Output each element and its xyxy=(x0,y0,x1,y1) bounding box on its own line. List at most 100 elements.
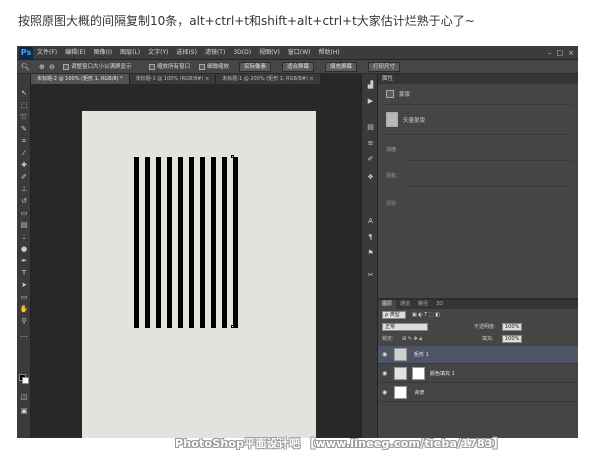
tab-3d[interactable]: 3D xyxy=(432,300,447,309)
layer-thumbnail xyxy=(394,367,407,380)
menu-layer[interactable]: 图层(L) xyxy=(120,48,140,58)
feather-slider[interactable] xyxy=(406,186,572,187)
menu-help[interactable]: 帮助(H) xyxy=(319,48,340,58)
more-tools-icon[interactable]: … xyxy=(19,330,29,340)
healing-brush-icon[interactable]: ✚ xyxy=(19,160,29,170)
panel-icon-strip: ▟ ▶ ▤ ≡ ✐ ❖ A ¶ ⚑ ✂ xyxy=(361,74,378,438)
path-select-icon[interactable]: ➤ xyxy=(19,280,29,290)
adjust-icon[interactable]: ▤ xyxy=(365,122,376,133)
quick-mask-icon[interactable]: ◫ xyxy=(19,392,29,402)
menu-filter[interactable]: 滤镜(T) xyxy=(205,48,225,58)
menu-window[interactable]: 窗口(W) xyxy=(288,48,311,58)
minimize-icon[interactable]: – xyxy=(548,48,552,58)
menu-type[interactable]: 文字(Y) xyxy=(148,48,168,58)
menu-image[interactable]: 图像(I) xyxy=(94,48,112,58)
gradient-tool-icon[interactable]: ▤ xyxy=(19,220,29,230)
screen-mode-icon[interactable]: ▣ xyxy=(19,406,29,416)
tab-layers[interactable]: 图层 xyxy=(378,300,397,309)
fit-screen-button[interactable]: 适合屏幕 xyxy=(282,62,315,72)
tab-channels[interactable]: 通道 xyxy=(396,300,414,309)
layer-row[interactable]: ◉ 矩形 1 xyxy=(378,346,578,364)
layer-row[interactable]: ◉ 背景 xyxy=(378,384,578,402)
visibility-eye-icon[interactable]: ◉ xyxy=(382,389,387,397)
stripe-shape[interactable] xyxy=(222,157,227,328)
vector-mask-thumbnail[interactable] xyxy=(386,112,398,127)
checkbox-icon xyxy=(199,64,205,70)
clone-source-icon[interactable]: ❖ xyxy=(365,172,376,183)
tool-preset-icon[interactable]: ⚑ xyxy=(365,248,376,259)
paragraph-icon[interactable]: ¶ xyxy=(365,232,376,243)
menu-select[interactable]: 选择(S) xyxy=(176,48,197,58)
tools-icon[interactable]: ✂ xyxy=(365,270,376,281)
type-tool-icon[interactable]: T xyxy=(19,268,29,278)
stripe-shape[interactable] xyxy=(145,157,150,328)
menu-file[interactable]: 文件(F) xyxy=(37,48,57,58)
pen-tool-icon[interactable]: ✒ xyxy=(19,256,29,266)
play-action-icon[interactable]: ▶ xyxy=(365,96,376,107)
zoom-tool-icon[interactable]: 🔍︎ xyxy=(21,62,30,72)
density-slider[interactable] xyxy=(406,160,572,161)
eyedropper-tool-icon[interactable]: ⁄ xyxy=(19,148,29,158)
brush-tool-icon[interactable]: ✐ xyxy=(19,172,29,182)
tab-document-1-zoom[interactable]: 未标题-1 @ 200% (矩形 1, RGB/8#) × xyxy=(216,74,321,84)
quick-select-tool-icon[interactable]: ✎ xyxy=(19,124,29,134)
history-brush-icon[interactable]: ↺ xyxy=(19,196,29,206)
move-tool-icon[interactable]: ↖ xyxy=(19,88,29,98)
actual-pixels-button[interactable]: 实际像素 xyxy=(239,62,272,72)
print-size-button[interactable]: 打印尺寸 xyxy=(368,62,401,72)
dodge-tool-icon[interactable]: ● xyxy=(19,244,29,254)
layers-panel-tabs: 图层 通道 路径 3D xyxy=(378,300,578,309)
photoshop-logo: Ps xyxy=(19,47,33,59)
fill-value[interactable]: 100% xyxy=(502,335,522,343)
stripe-shape[interactable] xyxy=(178,157,183,328)
brush-preset-icon[interactable]: ≡ xyxy=(365,138,376,149)
resize-windows-checkbox[interactable]: 调整窗口大小以满屏显示 xyxy=(63,62,132,72)
scrubby-zoom-checkbox[interactable]: 细微缩放 xyxy=(199,62,229,72)
brush-settings-icon[interactable]: ✐ xyxy=(365,154,376,165)
opacity-value[interactable]: 100% xyxy=(502,323,522,331)
mask-icon[interactable] xyxy=(386,90,394,98)
lock-icons[interactable]: ⊞ ✎ ✥ 🔒︎ xyxy=(402,335,422,343)
hand-tool-icon[interactable]: ✋ xyxy=(19,304,29,314)
stripe-shape[interactable] xyxy=(211,157,216,328)
menu-edit[interactable]: 编辑(E) xyxy=(65,48,85,58)
rectangle-tool-icon[interactable]: ▭ xyxy=(19,292,29,302)
document-workspace xyxy=(31,84,361,438)
visibility-eye-icon[interactable]: ◉ xyxy=(382,370,387,378)
zoom-in-icon[interactable]: ⊕ xyxy=(39,62,45,72)
stripe-shape[interactable] xyxy=(200,157,205,328)
stripe-shape[interactable] xyxy=(134,157,139,328)
tools-panel: ↖ ⬚ ➰ ✎ ⌗ ⁄ ✚ ✐ ⊥ ↺ ▭ ▤ 💧︎ ● ✒ T ➤ ▭ ✋ ⚲… xyxy=(17,74,31,438)
tab-document-2[interactable]: 未标题-2 @ 100% (矩形 1, RGB/8) * xyxy=(31,74,130,84)
visibility-eye-icon[interactable]: ◉ xyxy=(382,351,387,359)
tab-paths[interactable]: 路径 xyxy=(414,300,432,309)
layer-filter-select[interactable]: ρ 类型 xyxy=(382,311,406,319)
menu-3d[interactable]: 3D(D) xyxy=(233,48,251,58)
stripe-shape[interactable] xyxy=(167,157,172,328)
maximize-icon[interactable]: □ xyxy=(557,48,564,58)
lasso-tool-icon[interactable]: ➰ xyxy=(19,112,29,122)
zoom-all-checkbox[interactable]: 缩放所有窗口 xyxy=(149,62,190,72)
crop-tool-icon[interactable]: ⌗ xyxy=(19,136,29,146)
stamp-tool-icon[interactable]: ⊥ xyxy=(19,184,29,194)
document-canvas[interactable] xyxy=(82,111,316,438)
menu-bar: Ps 文件(F) 编辑(E) 图像(I) 图层(L) 文字(Y) 选择(S) 滤… xyxy=(17,46,578,60)
stripe-shape[interactable] xyxy=(189,157,194,328)
marquee-tool-icon[interactable]: ⬚ xyxy=(19,100,29,110)
character-icon[interactable]: A xyxy=(365,216,376,227)
stripe-shape[interactable] xyxy=(156,157,161,328)
blur-tool-icon[interactable]: 💧︎ xyxy=(19,232,29,242)
background-color-swatch[interactable] xyxy=(22,377,29,384)
layer-row[interactable]: ◉ 颜色填充 1 xyxy=(378,365,578,383)
eraser-tool-icon[interactable]: ▭ xyxy=(19,208,29,218)
filter-icons[interactable]: ▣ ◐ T ⬚ ◧ xyxy=(412,311,440,319)
zoom-tool-icon[interactable]: ⚲ xyxy=(19,316,29,326)
stripe-shape[interactable] xyxy=(233,157,238,328)
tab-document-1[interactable]: 未标题-1 @ 100% (RGB/8#) × xyxy=(129,74,217,84)
zoom-out-icon[interactable]: ⊖ xyxy=(49,62,55,72)
menu-view[interactable]: 视图(V) xyxy=(259,48,280,58)
close-icon[interactable]: × xyxy=(568,48,574,58)
blend-mode-select[interactable]: 正常 xyxy=(382,323,428,331)
fill-screen-button[interactable]: 填充屏幕 xyxy=(325,62,358,72)
histogram-icon[interactable]: ▟ xyxy=(365,80,376,91)
